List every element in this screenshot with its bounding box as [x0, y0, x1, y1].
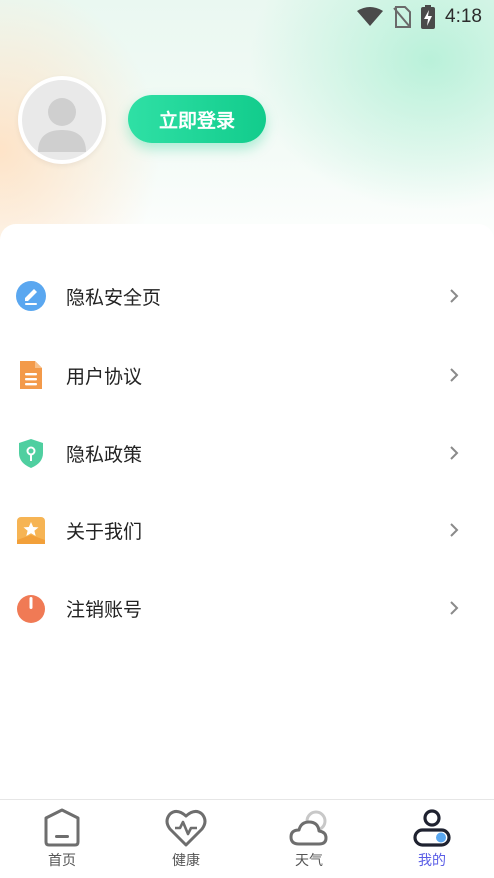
menu-item-label: 用户协议	[66, 365, 143, 388]
tab-label: 天气	[295, 853, 323, 869]
shield-icon	[15, 437, 47, 469]
tab-label: 我的	[418, 853, 446, 869]
menu-item-about-us[interactable]: 关于我们	[0, 500, 494, 560]
menu-item-privacy-policy[interactable]: 隐私政策	[0, 423, 494, 483]
chevron-right-icon	[450, 368, 459, 382]
weather-icon	[288, 808, 330, 848]
tab-mine[interactable]: 我的	[370, 800, 494, 878]
no-sim-icon	[393, 6, 412, 28]
menu-item-privacy-security[interactable]: 隐私安全页	[0, 266, 494, 326]
login-button[interactable]: 立即登录	[128, 95, 266, 143]
document-icon	[15, 359, 47, 391]
home-icon	[41, 808, 83, 848]
tab-weather[interactable]: 天气	[247, 800, 371, 878]
menu-item-label: 关于我们	[66, 520, 143, 543]
chevron-right-icon	[450, 523, 459, 537]
tab-label: 健康	[172, 853, 200, 869]
status-bar: 4:18	[0, 0, 494, 34]
chevron-right-icon	[450, 289, 459, 303]
menu-item-label: 注销账号	[66, 598, 143, 621]
wifi-icon	[357, 7, 384, 26]
chevron-right-icon	[450, 601, 459, 615]
user-placeholder-icon	[38, 98, 86, 152]
menu-item-user-agreement[interactable]: 用户协议	[0, 345, 494, 405]
menu-item-label: 隐私政策	[66, 443, 143, 466]
star-badge-icon	[15, 514, 47, 546]
battery-charging-icon	[421, 5, 436, 29]
menu-item-label: 隐私安全页	[66, 286, 162, 309]
status-time: 4:18	[445, 6, 482, 27]
bottom-tab-bar: 首页 健康 天气 我的	[0, 799, 494, 878]
profile-icon	[411, 808, 453, 848]
tab-home[interactable]: 首页	[0, 800, 124, 878]
edit-icon	[15, 280, 47, 312]
chevron-right-icon	[450, 446, 459, 460]
heart-pulse-icon	[165, 808, 207, 848]
tab-label: 首页	[48, 853, 76, 869]
menu-item-cancel-account[interactable]: 注销账号	[0, 578, 494, 638]
tab-health[interactable]: 健康	[124, 800, 248, 878]
avatar[interactable]	[18, 76, 106, 164]
power-icon	[15, 592, 47, 624]
